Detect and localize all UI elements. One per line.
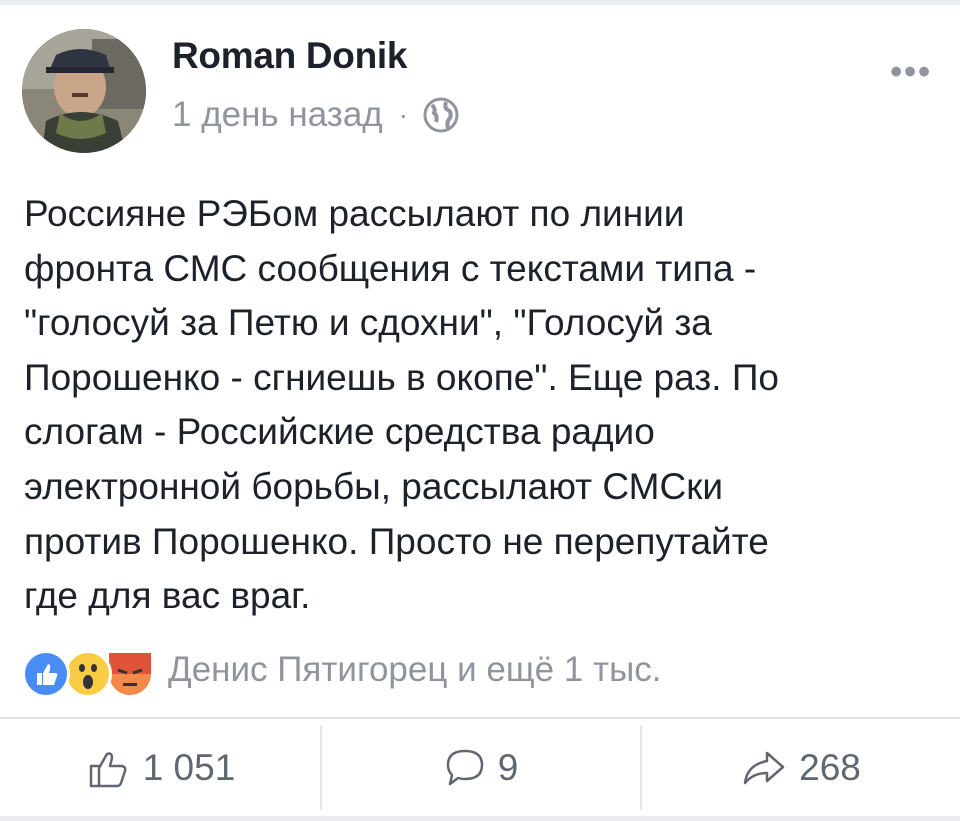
share-button[interactable]: 268: [640, 719, 960, 816]
thumbs-up-icon: [89, 751, 127, 787]
share-count: 268: [799, 746, 861, 788]
author-name[interactable]: Roman Donik: [172, 35, 407, 77]
comment-icon: [446, 749, 483, 785]
post-timestamp[interactable]: 1 день назад: [172, 95, 383, 135]
post-meta: 1 день назад ·: [172, 95, 460, 135]
like-count: 1 051: [142, 746, 236, 788]
reactions-bar[interactable]: Денис Пятигорец и ещё 1 тыс.: [22, 645, 661, 698]
reaction-icons: [22, 646, 158, 698]
wow-reaction-icon: [64, 650, 112, 698]
feed-gap: [0, 816, 960, 821]
reactions-summary[interactable]: Денис Пятигорец и ещё 1 тыс.: [168, 650, 661, 690]
action-bar: 1 051 9 268: [0, 719, 960, 816]
post-text: Россияне РЭБом рассылают по линии фронта…: [24, 193, 779, 617]
comment-count: 9: [497, 746, 519, 788]
avatar-photo: [22, 29, 146, 153]
more-options-button[interactable]: •••: [890, 55, 932, 89]
like-button[interactable]: 1 051: [0, 719, 320, 816]
author-avatar[interactable]: [22, 29, 146, 153]
comment-button[interactable]: 9: [320, 719, 640, 816]
angry-reaction-icon: [106, 650, 154, 698]
post-card: Roman Donik 1 день назад · ••• Россияне …: [0, 5, 960, 816]
share-icon: [743, 751, 785, 784]
like-reaction-icon: [22, 650, 70, 698]
globe-icon: [422, 96, 460, 134]
meta-separator: ·: [398, 99, 409, 130]
